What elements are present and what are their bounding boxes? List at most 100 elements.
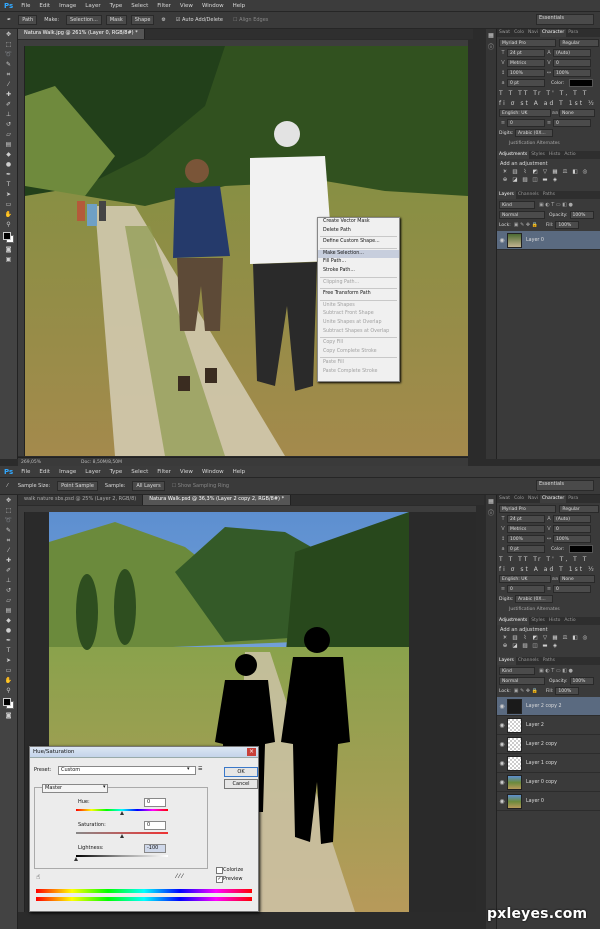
marquee-tool-icon[interactable]: ⬚ [2,40,15,49]
context-menu-item[interactable]: Delete Path [318,227,399,236]
eye-icon[interactable]: ◉ [497,779,507,786]
levels-icon[interactable]: ▥ [510,169,520,177]
digits-select[interactable]: Arabic (0X... [515,129,553,137]
layer-row[interactable]: ◉ Layer 2 copy [497,735,600,754]
context-menu-item[interactable]: Define Custom Shape... [318,238,399,247]
eye-icon[interactable]: ◉ [497,760,507,767]
eye-icon[interactable]: ◉ [497,741,507,748]
foreground-color-swatch[interactable] [3,698,11,706]
opentype-buttons[interactable]: fi σ st A ad T 1st ½ [499,99,599,107]
lightness-slider-thumb[interactable] [74,857,78,861]
history-panel-icon[interactable]: ▦ [487,497,495,506]
workspace-select[interactable]: Essentials [536,480,594,491]
tab-histogram[interactable]: Histo [547,151,563,159]
path-select-tool-icon[interactable]: ➤ [2,656,15,665]
posterize-icon[interactable]: ▨ [520,643,530,651]
exposure-icon[interactable]: ◩ [530,169,540,177]
blend-mode-select[interactable]: Normal [499,677,545,685]
shape-tool-icon[interactable]: ▭ [2,200,15,209]
leading-select[interactable]: (Auto) [553,515,591,523]
numeric-field-2[interactable]: 0 [553,585,591,593]
gradient-map-icon[interactable]: ▬ [540,643,550,651]
healing-tool-icon[interactable]: ✚ [2,556,15,565]
context-menu-item[interactable]: Stroke Path... [318,267,399,276]
properties-panel-icon[interactable]: ⓘ [487,508,495,517]
menu-type[interactable]: Type [110,3,123,9]
justification-alternates[interactable]: Justification Alternates [509,607,560,612]
color-swatches[interactable] [0,230,17,244]
brush-tool-icon[interactable]: ✐ [2,566,15,575]
properties-panel-icon[interactable]: ⓘ [487,42,495,51]
menu-file[interactable]: File [21,469,30,475]
tab-navigator[interactable]: Navi [526,29,540,37]
quick-select-tool-icon[interactable]: ✎ [2,60,15,69]
tab-color[interactable]: Colo [512,495,526,503]
chevron-down-icon[interactable]: ▾ [103,784,106,790]
antialias-select[interactable]: None [559,109,595,117]
tab-swatches[interactable]: Swat [497,495,512,503]
blur-tool-icon[interactable]: ◆ [2,616,15,625]
eye-icon[interactable]: ◉ [497,798,507,805]
menu-edit[interactable]: Edit [39,469,50,475]
vertical-scale-field[interactable]: 100% [507,69,545,77]
type-tool-icon[interactable]: T [2,180,15,189]
quick-select-tool-icon[interactable]: ✎ [2,526,15,535]
fill-field[interactable]: 100% [555,687,580,695]
marquee-tool-icon[interactable]: ⬚ [2,506,15,515]
sampling-ring-checkbox[interactable]: ☐ Show Sampling Ring [169,482,232,490]
layer-row[interactable]: ◉ Layer 0 copy [497,773,600,792]
font-family-select[interactable]: Myriad Pro [499,39,557,47]
eraser-tool-icon[interactable]: ▱ [2,596,15,605]
channel-mixer-icon[interactable]: ⊕ [500,177,510,185]
saturation-slider-thumb[interactable] [120,834,124,838]
layer-row[interactable]: ◉ Layer 0 [497,231,600,250]
posterize-icon[interactable]: ▨ [520,177,530,185]
document-tab[interactable]: Natura Walk.jpg @ 261% (Layer 0, RGB/8#)… [18,29,145,39]
brush-tool-icon[interactable]: ✐ [2,100,15,109]
context-menu-item[interactable]: Fill Path... [318,258,399,267]
tab-styles[interactable]: Styles [529,617,547,625]
layer-kind-filter[interactable]: Kind [499,201,535,209]
brightness-icon[interactable]: ☀ [500,169,510,177]
opacity-field[interactable]: 100% [569,211,594,219]
zoom-tool-icon[interactable]: ⚲ [2,686,15,695]
numeric-field-1[interactable]: 0 [507,585,545,593]
zoom-level[interactable]: 269,05% [21,460,41,465]
close-icon[interactable]: × [247,748,256,756]
gradient-tool-icon[interactable]: ▤ [2,140,15,149]
chevron-down-icon[interactable]: ▾ [187,766,190,772]
auto-add-delete-checkbox[interactable]: ☑ Auto Add/Delete [173,16,226,24]
opacity-field[interactable]: 100% [569,677,594,685]
channel-mixer-icon[interactable]: ⊕ [500,643,510,651]
threshold-icon[interactable]: ◫ [530,177,540,185]
document-tab-natura-walk[interactable]: Natura Walk.psd @ 36,3% (Layer 2 copy 2,… [143,495,292,505]
eyedropper-tool-icon[interactable]: ⁄ [2,546,15,555]
target-adjust-icon[interactable]: ☝ [36,873,40,881]
hue-sat-icon[interactable]: ▦ [550,169,560,177]
layer-row[interactable]: ◉ Layer 2 [497,716,600,735]
healing-tool-icon[interactable]: ✚ [2,90,15,99]
context-menu-item[interactable]: Make Selection... [318,249,399,259]
blend-mode-select[interactable]: Normal [499,211,545,219]
ligature-icon[interactable]: fi σ st A ad T 1st ½ [499,100,596,107]
eye-icon[interactable]: ◉ [497,703,507,710]
eye-icon[interactable]: ◉ [497,722,507,729]
font-size-select[interactable]: 24 pt [507,49,545,57]
quick-mask-icon[interactable]: ◙ [2,245,15,254]
eyedropper-icons[interactable]: ⁄ ⁄ ⁄ [176,873,183,880]
eyedropper-tool-icon[interactable]: ⁄ [2,80,15,89]
cancel-button[interactable]: Cancel [224,779,258,789]
history-panel-icon[interactable]: ▦ [487,31,495,40]
make-shape-button[interactable]: Shape [130,15,155,25]
path-select-tool-icon[interactable]: ➤ [2,190,15,199]
invert-icon[interactable]: ◪ [510,177,520,185]
numeric-field-2[interactable]: 0 [553,119,591,127]
workspace-select[interactable]: Essentials [536,14,594,25]
digits-select[interactable]: Arabic (0X... [515,595,553,603]
kerning-select[interactable]: Metrics [507,59,545,67]
gradient-tool-icon[interactable]: ▤ [2,606,15,615]
text-style-buttons[interactable]: T T TT Tr T' T, T T [499,89,599,97]
layer-row[interactable]: ◉ Layer 2 copy 2 [497,697,600,716]
eye-icon[interactable]: ◉ [497,237,507,244]
hand-tool-icon[interactable]: ✋ [2,210,15,219]
